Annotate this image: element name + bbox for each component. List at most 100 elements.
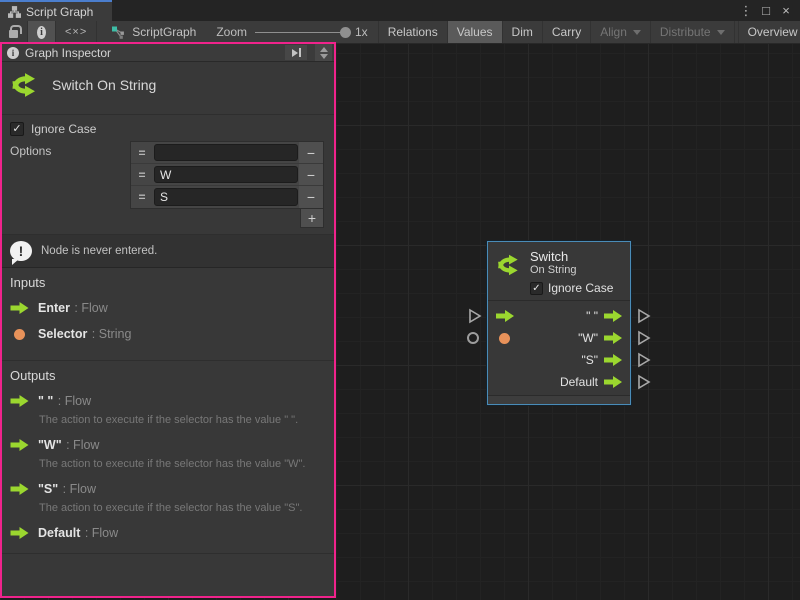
external-output-triangle[interactable] [637,308,651,324]
drag-handle-icon[interactable]: = [131,186,153,208]
port-name: "S" [38,482,58,496]
option-input-1[interactable] [154,166,298,183]
distribute-label: Distribute [660,25,711,39]
zoom-slider[interactable] [255,32,347,33]
options-row: Options = − = − [10,141,326,228]
enter-flow-port[interactable] [496,310,514,322]
maximize-icon[interactable]: □ [758,1,774,20]
outputs-title: Outputs [10,368,326,383]
external-output-triangle[interactable] [637,374,651,390]
carry-button[interactable]: Carry [543,21,591,43]
output-flow-port[interactable] [604,376,622,388]
selector-port[interactable] [499,333,510,344]
ignore-case-label: Ignore Case [31,122,96,136]
values-button[interactable]: Values [448,21,503,43]
port-description: The action to execute if the selector ha… [39,502,326,515]
port-row-s: "S" [488,349,630,371]
output-port-row: "W" : Flow [10,436,326,454]
port-name: Selector [38,327,87,341]
checkbox-checked-icon[interactable]: ✓ [10,122,24,136]
zoom-slider-handle[interactable] [340,27,351,38]
option-row-2: = − [131,186,323,208]
port-name: " " [38,394,53,408]
output-flow-port[interactable] [604,310,622,322]
graph-reference[interactable]: ScriptGraph [97,21,208,43]
switch-icon [10,70,40,100]
script-graph-icon [111,26,126,39]
add-option-row: + [130,209,324,228]
scroll-up-icon [320,47,328,52]
port-type: : Flow [63,482,96,496]
info-icon: i [37,26,46,39]
inspector-node-titleblock: Switch On String [2,62,334,115]
external-output-triangle[interactable] [637,352,651,368]
tab-script-graph[interactable]: Script Graph [0,0,112,21]
port-description: The action to execute if the selector ha… [39,458,326,471]
dock-icon-bar [299,48,301,57]
output-port-label: " " [586,309,604,323]
code-preview-button[interactable]: <×> [56,21,97,43]
distribute-button[interactable]: Distribute [651,21,735,43]
warning-bubble-icon: ! [10,241,32,261]
align-button[interactable]: Align [591,21,651,43]
checkbox-checked-icon[interactable]: ✓ [530,282,543,295]
output-flow-port[interactable] [604,332,622,344]
inputs-title: Inputs [10,275,326,290]
switch-on-string-node[interactable]: Switch On String ✓ Ignore Case " " [487,241,631,405]
dim-button[interactable]: Dim [503,21,543,43]
scroll-down-icon [320,54,328,59]
node-footer [488,395,630,404]
output-port-label: Default [560,375,604,389]
options-list-box: = − = − = − [130,141,324,209]
outputs-section: Outputs " " : Flow The action to execute… [2,361,334,554]
overview-button[interactable]: Overview [738,21,800,43]
option-row-0: = − [131,142,323,164]
remove-option-button[interactable]: − [299,164,323,185]
zoom-control: Zoom 1x [208,21,375,43]
zoom-value: 1x [355,25,368,39]
external-selector-circle[interactable] [467,332,479,344]
drag-handle-icon[interactable]: = [131,142,153,163]
external-output-triangle[interactable] [637,330,651,346]
output-port-row: " " : Flow [10,392,326,410]
add-option-button[interactable]: + [300,209,324,228]
inspector-toggle-button[interactable]: i [28,21,56,43]
graph-inspector-panel: i Graph Inspector Switch On String [0,42,336,598]
option-row-1: = − [131,164,323,186]
output-port-label: "S" [581,353,604,367]
graph-name-label: ScriptGraph [132,25,196,39]
port-name: Enter [38,301,70,315]
port-type: : Flow [58,394,91,408]
option-input-0[interactable] [154,144,298,161]
node-ignore-case[interactable]: ✓ Ignore Case [530,281,613,295]
node-titles: Switch On String ✓ Ignore Case [530,249,613,295]
inspector-settings: ✓ Ignore Case Options = − = [2,115,334,235]
port-row-default: Default [488,371,630,393]
relations-button[interactable]: Relations [378,21,448,43]
window-controls: ⋮ □ × [738,0,800,21]
graph-tree-icon [8,6,21,18]
inspector-header: i Graph Inspector [2,44,334,62]
output-flow-port[interactable] [604,354,622,366]
tab-strip: Script Graph ⋮ □ × [0,0,800,21]
output-port-label: "W" [578,331,604,345]
remove-option-button[interactable]: − [299,186,323,208]
node-header[interactable]: Switch On String ✓ Ignore Case [488,242,630,301]
string-port-icon [14,329,25,340]
dock-inspector-button[interactable] [285,45,307,60]
dock-icon [292,49,298,57]
options-list: = − = − = − [130,141,324,228]
external-input-triangle[interactable] [468,308,482,324]
inputs-section: Inputs Enter : Flow Selector : String [2,268,334,361]
close-icon[interactable]: × [778,1,794,20]
window-menu-icon[interactable]: ⋮ [738,1,754,20]
option-input-2[interactable] [154,188,298,206]
remove-option-button[interactable]: − [299,142,323,163]
ignore-case-row[interactable]: ✓ Ignore Case [10,122,326,136]
drag-handle-icon[interactable]: = [131,164,153,185]
lock-button[interactable] [0,21,28,43]
options-label: Options [10,141,130,228]
inspector-node-title: Switch On String [52,77,156,93]
inspector-scroll-buttons[interactable] [315,44,332,61]
node-title: Switch [530,249,613,264]
